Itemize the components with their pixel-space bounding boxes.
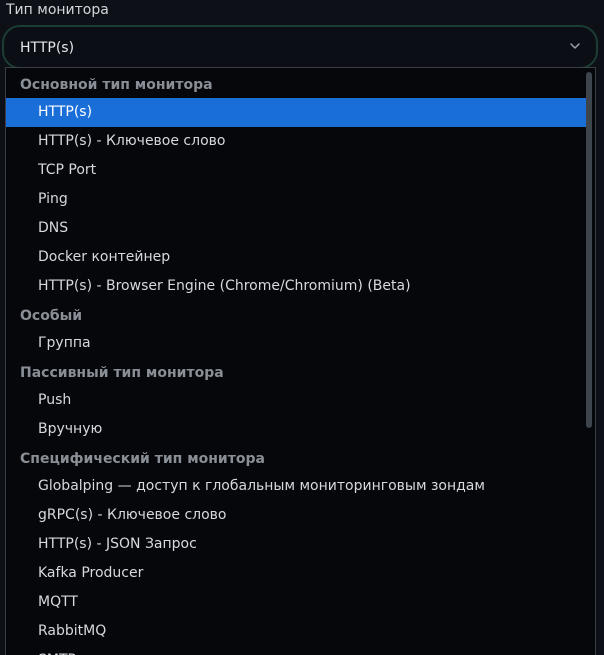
option-ping[interactable]: Ping (6, 185, 586, 214)
monitor-type-dropdown: Основной тип монитора HTTP(s) HTTP(s) - … (5, 67, 596, 655)
group-header-passive: Пассивный тип монитора (20, 365, 224, 381)
option-http-browser-engine[interactable]: HTTP(s) - Browser Engine (Chrome/Chromiu… (6, 272, 586, 301)
group-header-special: Особый (20, 308, 83, 324)
monitor-type-option-list: Основной тип монитора HTTP(s) HTTP(s) - … (6, 70, 586, 655)
option-rabbitmq[interactable]: RabbitMQ (6, 617, 586, 646)
option-http-json-query[interactable]: HTTP(s) - JSON Запрос (6, 530, 586, 559)
monitor-type-label: Тип монитора (6, 2, 109, 18)
option-group[interactable]: Группа (6, 329, 586, 358)
option-manual[interactable]: Вручную (6, 415, 586, 444)
option-kafka-producer[interactable]: Kafka Producer (6, 559, 586, 588)
option-mqtt[interactable]: MQTT (6, 588, 586, 617)
dropdown-scrollbar-thumb[interactable] (586, 72, 592, 428)
monitor-type-selected-value: HTTP(s) (20, 40, 75, 56)
monitor-type-select[interactable]: HTTP(s) (2, 25, 598, 69)
group-header-specific: Специфический тип монитора (20, 451, 265, 467)
option-grpc-keyword[interactable]: gRPC(s) - Ключевое слово (6, 501, 586, 530)
option-docker-container[interactable]: Docker контейнер (6, 243, 586, 272)
option-tcp-port[interactable]: TCP Port (6, 156, 586, 185)
group-header-basic: Основной тип монитора (20, 77, 213, 93)
option-dns[interactable]: DNS (6, 214, 586, 243)
dropdown-scrollbar[interactable] (584, 72, 592, 655)
option-http[interactable]: HTTP(s) (6, 98, 586, 127)
option-smtp[interactable]: SMTP (6, 646, 586, 655)
option-globalping[interactable]: Globalping — доступ к глобальным монитор… (6, 472, 586, 501)
chevron-down-icon[interactable] (568, 39, 582, 53)
option-http-keyword[interactable]: HTTP(s) - Ключевое слово (6, 127, 586, 156)
option-push[interactable]: Push (6, 386, 586, 415)
monitor-type-page: Тип монитора HTTP(s) Основной тип монито… (0, 0, 604, 655)
